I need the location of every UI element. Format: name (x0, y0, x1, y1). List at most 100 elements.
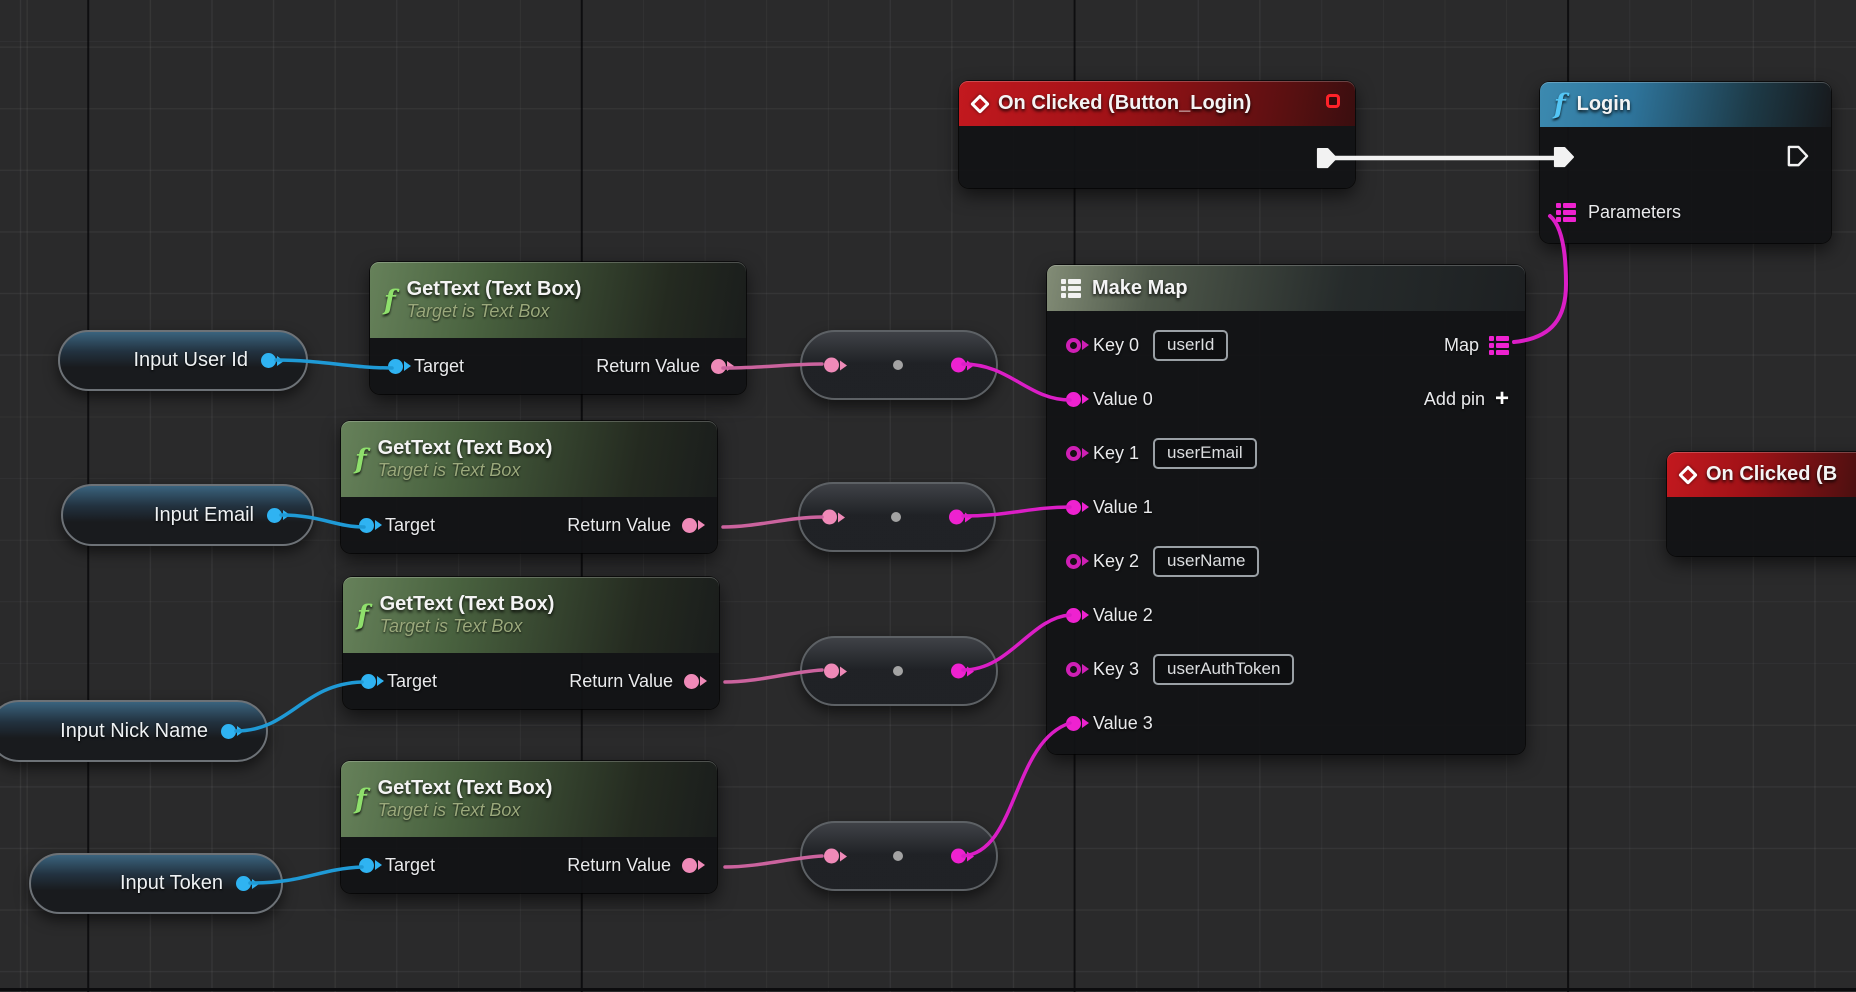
node-gettext-1[interactable]: f GetText (Text Box) Target is Text Box … (370, 262, 746, 394)
return-value-pin[interactable] (682, 858, 697, 873)
variable-input-user-id[interactable]: Input User Id (58, 330, 308, 391)
value-1-pin[interactable] (1066, 500, 1081, 515)
gettext-header: f GetText (Text Box) Target is Text Box (343, 577, 719, 653)
map-output-label: Map (1444, 335, 1479, 356)
conv-input-pin[interactable] (824, 358, 839, 373)
conversion-node-2[interactable] (798, 482, 996, 552)
add-pin-label: Add pin (1424, 389, 1485, 410)
conversion-dot-icon (893, 666, 903, 676)
map-pin-icon[interactable] (1556, 203, 1576, 222)
exec-output-pin[interactable] (1315, 147, 1338, 170)
key-0-pin[interactable] (1066, 338, 1081, 353)
value-0-label: Value 0 (1093, 389, 1153, 410)
conv-input-pin[interactable] (824, 664, 839, 679)
node-login[interactable]: f Login Parameters (1540, 82, 1831, 243)
conv-output-pin[interactable] (949, 510, 964, 525)
function-node-header: f Login (1540, 82, 1831, 127)
event-diamond-icon (1678, 465, 1698, 485)
node-on-clicked-partial[interactable]: On Clicked (B (1667, 452, 1856, 556)
return-value-label: Return Value (567, 515, 671, 536)
conv-output-pin[interactable] (951, 664, 966, 679)
return-value-pin[interactable] (682, 518, 697, 533)
event-diamond-icon (970, 94, 990, 114)
exec-output-pin[interactable] (1786, 145, 1809, 168)
node-title: GetText (Text Box) (378, 777, 553, 800)
key-2-value-input[interactable]: userName (1153, 546, 1259, 577)
node-on-clicked-button-login[interactable]: On Clicked (Button_Login) (959, 81, 1355, 188)
variable-output-pin[interactable] (261, 353, 276, 368)
variable-input-nick-name[interactable]: Input Nick Name (0, 700, 268, 762)
map-output-row: Map (1444, 335, 1509, 356)
target-pin[interactable] (388, 359, 403, 374)
variable-output-pin[interactable] (221, 724, 236, 739)
exec-input-pin[interactable] (1552, 146, 1575, 169)
add-pin-plus-icon: + (1495, 387, 1509, 411)
conv-input-pin[interactable] (824, 849, 839, 864)
key-3-row: Key 3 userAuthToken (1047, 642, 1525, 696)
target-pin[interactable] (359, 518, 374, 533)
node-subtitle: Target is Text Box (378, 800, 521, 820)
node-make-map[interactable]: Make Map Key 0 userId Map Value 0 Add pi… (1047, 265, 1525, 754)
conv-input-pin[interactable] (822, 510, 837, 525)
value-2-row: Value 2 (1047, 588, 1525, 642)
key-2-row: Key 2 userName (1047, 534, 1525, 588)
key-3-label: Key 3 (1093, 659, 1139, 680)
return-value-label: Return Value (569, 671, 673, 692)
target-pin[interactable] (359, 858, 374, 873)
value-1-row: Value 1 (1047, 480, 1525, 534)
key-1-pin[interactable] (1066, 446, 1081, 461)
conversion-node-1[interactable] (800, 330, 998, 400)
key-0-value-input[interactable]: userId (1153, 330, 1228, 361)
key-3-value-input[interactable]: userAuthToken (1153, 654, 1294, 685)
node-title: GetText (Text Box) (407, 278, 582, 301)
add-pin-control[interactable]: Add pin + (1424, 387, 1509, 411)
map-output-pin[interactable] (1489, 336, 1509, 355)
value-2-pin[interactable] (1066, 608, 1081, 623)
conv-output-pin[interactable] (951, 849, 966, 864)
conversion-node-3[interactable] (800, 636, 998, 706)
value-2-label: Value 2 (1093, 605, 1153, 626)
node-title: On Clicked (B (1706, 463, 1837, 486)
value-3-pin[interactable] (1066, 716, 1081, 731)
delegate-pin-icon[interactable] (1326, 94, 1340, 108)
value-1-label: Value 1 (1093, 497, 1153, 518)
target-pin[interactable] (361, 674, 376, 689)
key-1-row: Key 1 userEmail (1047, 426, 1525, 480)
node-subtitle: Target is Text Box (378, 460, 521, 480)
parameters-pin-label: Parameters (1588, 202, 1681, 223)
conv-output-pin[interactable] (951, 358, 966, 373)
conversion-node-4[interactable] (800, 821, 998, 891)
return-value-pin[interactable] (684, 674, 699, 689)
blueprint-graph-canvas[interactable]: On Clicked (Button_Login) f Login Parame… (0, 0, 1856, 992)
variable-output-pin[interactable] (267, 508, 282, 523)
key-1-value-input[interactable]: userEmail (1153, 438, 1257, 469)
variable-input-token[interactable]: Input Token (29, 853, 283, 914)
variable-input-email[interactable]: Input Email (61, 484, 314, 546)
conversion-dot-icon (891, 512, 901, 522)
conversion-dot-icon (893, 851, 903, 861)
value-3-row: Value 3 (1047, 696, 1525, 750)
node-gettext-3[interactable]: f GetText (Text Box) Target is Text Box … (343, 577, 719, 709)
target-label: Target (414, 356, 464, 377)
variable-label: Input Email (154, 504, 254, 527)
variable-label: Input User Id (133, 349, 248, 372)
key-2-pin[interactable] (1066, 554, 1081, 569)
key-0-row: Key 0 userId Map (1047, 318, 1525, 372)
node-gettext-4[interactable]: f GetText (Text Box) Target is Text Box … (341, 761, 717, 893)
node-title: Make Map (1092, 277, 1188, 300)
function-icon: f (357, 602, 369, 629)
value-0-pin[interactable] (1066, 392, 1081, 407)
value-3-label: Value 3 (1093, 713, 1153, 734)
target-label: Target (387, 671, 437, 692)
make-map-header: Make Map (1047, 265, 1525, 311)
node-gettext-2[interactable]: f GetText (Text Box) Target is Text Box … (341, 421, 717, 553)
return-value-label: Return Value (596, 356, 700, 377)
variable-output-pin[interactable] (236, 876, 251, 891)
return-value-pin[interactable] (711, 359, 726, 374)
node-subtitle: Target is Text Box (407, 301, 550, 321)
key-0-label: Key 0 (1093, 335, 1139, 356)
target-label: Target (385, 855, 435, 876)
function-icon: f (355, 786, 367, 813)
node-title: GetText (Text Box) (380, 593, 555, 616)
key-3-pin[interactable] (1066, 662, 1081, 677)
